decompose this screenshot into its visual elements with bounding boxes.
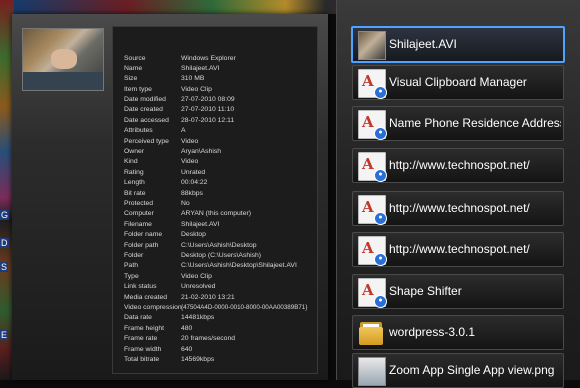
property-key: Filename — [124, 221, 152, 228]
switcher-item-shilajeet[interactable]: Shilajeet.AVI — [351, 26, 565, 63]
property-key: Date modified — [124, 96, 166, 103]
property-key: Folder path — [124, 242, 159, 249]
property-value: Video — [181, 158, 199, 165]
property-key: Video compression — [124, 304, 182, 311]
property-value: 27-07-2010 11:10 — [181, 106, 235, 113]
switcher-item-label: Shilajeet.AVI — [389, 37, 457, 51]
property-value: Video — [181, 138, 199, 145]
property-value: 00:04:22 — [181, 179, 208, 186]
property-value: No — [181, 200, 190, 207]
property-key: Perceived type — [124, 138, 169, 145]
desktop-icon-label[interactable]: S — [0, 262, 9, 272]
switcher-item-zoom-app-png[interactable]: Zoom App Single App view.png — [352, 353, 564, 388]
property-key: Folder name — [124, 231, 163, 238]
property-value: 20 frames/second — [181, 335, 236, 342]
desktop-icon-label[interactable]: G — [0, 210, 10, 220]
property-key: Item type — [124, 86, 152, 93]
switcher-item-technospot-2[interactable]: A ● http://www.technospot.net/ — [352, 191, 564, 226]
desktop-icon-label[interactable]: D — [0, 238, 9, 248]
property-key: Data rate — [124, 314, 152, 321]
property-value: C:\Users\Ashish\Desktop — [181, 242, 257, 249]
switcher-item-wordpress[interactable]: wordpress-3.0.1 — [352, 315, 564, 350]
switcher-item-label: Name Phone Residence Address — [389, 116, 561, 130]
property-key: Kind — [124, 158, 138, 165]
document-a-icon: A ● — [358, 236, 387, 266]
property-value: Aryan\Ashish — [181, 148, 222, 155]
property-key: Source — [124, 55, 146, 62]
property-key: Folder — [124, 252, 144, 259]
property-value: 88kbps — [181, 190, 203, 197]
property-value: Desktop (C:\Users\Ashish) — [181, 252, 262, 259]
property-value: 310 MB — [181, 75, 205, 82]
property-key: Date accessed — [124, 117, 169, 124]
document-a-icon: A ● — [358, 110, 387, 140]
property-key: Media created — [124, 294, 168, 301]
video-thumbnail-icon — [358, 31, 386, 60]
property-key: Length — [124, 179, 145, 186]
switcher-item-label: http://www.technospot.net/ — [389, 242, 530, 256]
window-switcher-panel: Shilajeet.AVI A ● Visual Clipboard Manage… — [336, 0, 580, 388]
property-value: 14481kbps — [181, 314, 215, 321]
property-key: Name — [124, 65, 143, 72]
property-key: Path — [124, 262, 138, 269]
property-key: Frame rate — [124, 335, 158, 342]
property-value: Windows Explorer — [181, 55, 236, 62]
property-key: Owner — [124, 148, 145, 155]
property-value: 21-02-2010 13:21 — [181, 294, 235, 301]
property-value: 14569kbps — [181, 356, 215, 363]
switcher-item-label: http://www.technospot.net/ — [389, 158, 530, 172]
switcher-item-shape-shifter[interactable]: A ● Shape Shifter — [352, 274, 564, 309]
property-key: Type — [124, 273, 139, 280]
document-a-icon: A ● — [358, 278, 387, 308]
property-value: Unrated — [181, 169, 206, 176]
property-value: Video Clip — [181, 86, 212, 93]
property-key: Computer — [124, 210, 154, 217]
file-preview-panel: Source Windows Explorer Name Shilajeet.A… — [12, 14, 328, 380]
property-value: A — [181, 127, 186, 134]
switcher-item-name-phone[interactable]: A ● Name Phone Residence Address — [352, 106, 564, 141]
switcher-item-technospot-3[interactable]: A ● http://www.technospot.net/ — [352, 232, 564, 267]
property-value: 27-07-2010 08:09 — [181, 96, 235, 103]
property-key: Total bitrate — [124, 356, 160, 363]
property-key: Protected — [124, 200, 154, 207]
property-value: C:\Users\Ashish\Desktop\Shilajeet.AVI — [181, 262, 297, 269]
document-a-icon: A ● — [358, 195, 387, 225]
property-value: 28-07-2010 12:11 — [181, 117, 235, 124]
property-value: {47504A4D-0000-0010-8000-00AA00389B71} — [181, 304, 308, 311]
document-a-icon: A ● — [358, 152, 387, 182]
switcher-item-label: wordpress-3.0.1 — [389, 325, 476, 339]
image-file-icon — [358, 357, 386, 386]
properties-list: Source Windows Explorer Name Shilajeet.A… — [112, 26, 318, 374]
desktop-icon-label[interactable]: E — [0, 330, 9, 340]
property-key: Rating — [124, 169, 144, 176]
property-key: Attributes — [124, 127, 153, 134]
property-value: ARYAN (this computer) — [181, 210, 252, 217]
switcher-item-label: Shape Shifter — [389, 284, 462, 298]
property-value: Desktop — [181, 231, 206, 238]
switcher-item-technospot-1[interactable]: A ● http://www.technospot.net/ — [352, 148, 564, 183]
property-value: Shilajeet.AVI — [181, 65, 220, 72]
property-value: Unresolved — [181, 283, 216, 290]
property-key: Size — [124, 75, 138, 82]
property-key: Date created — [124, 106, 163, 113]
switcher-item-label: Visual Clipboard Manager — [389, 75, 527, 89]
property-value: 640 — [181, 346, 193, 353]
switcher-item-label: Zoom App Single App view.png — [389, 363, 555, 377]
folder-icon — [358, 319, 384, 346]
document-a-icon: A ● — [358, 69, 387, 99]
switcher-item-label: http://www.technospot.net/ — [389, 201, 530, 215]
property-value: Shilajeet.AVI — [181, 221, 220, 228]
property-value: 480 — [181, 325, 193, 332]
thumbnail-shape — [51, 49, 77, 69]
switcher-item-visual-clipboard[interactable]: A ● Visual Clipboard Manager — [352, 65, 564, 100]
property-key: Link status — [124, 283, 157, 290]
property-key: Bit rate — [124, 190, 146, 197]
property-key: Frame height — [124, 325, 165, 332]
property-value: Video Clip — [181, 273, 212, 280]
thumbnail-shape — [23, 72, 103, 90]
property-key: Frame width — [124, 346, 162, 353]
video-thumbnail-preview — [22, 28, 104, 91]
